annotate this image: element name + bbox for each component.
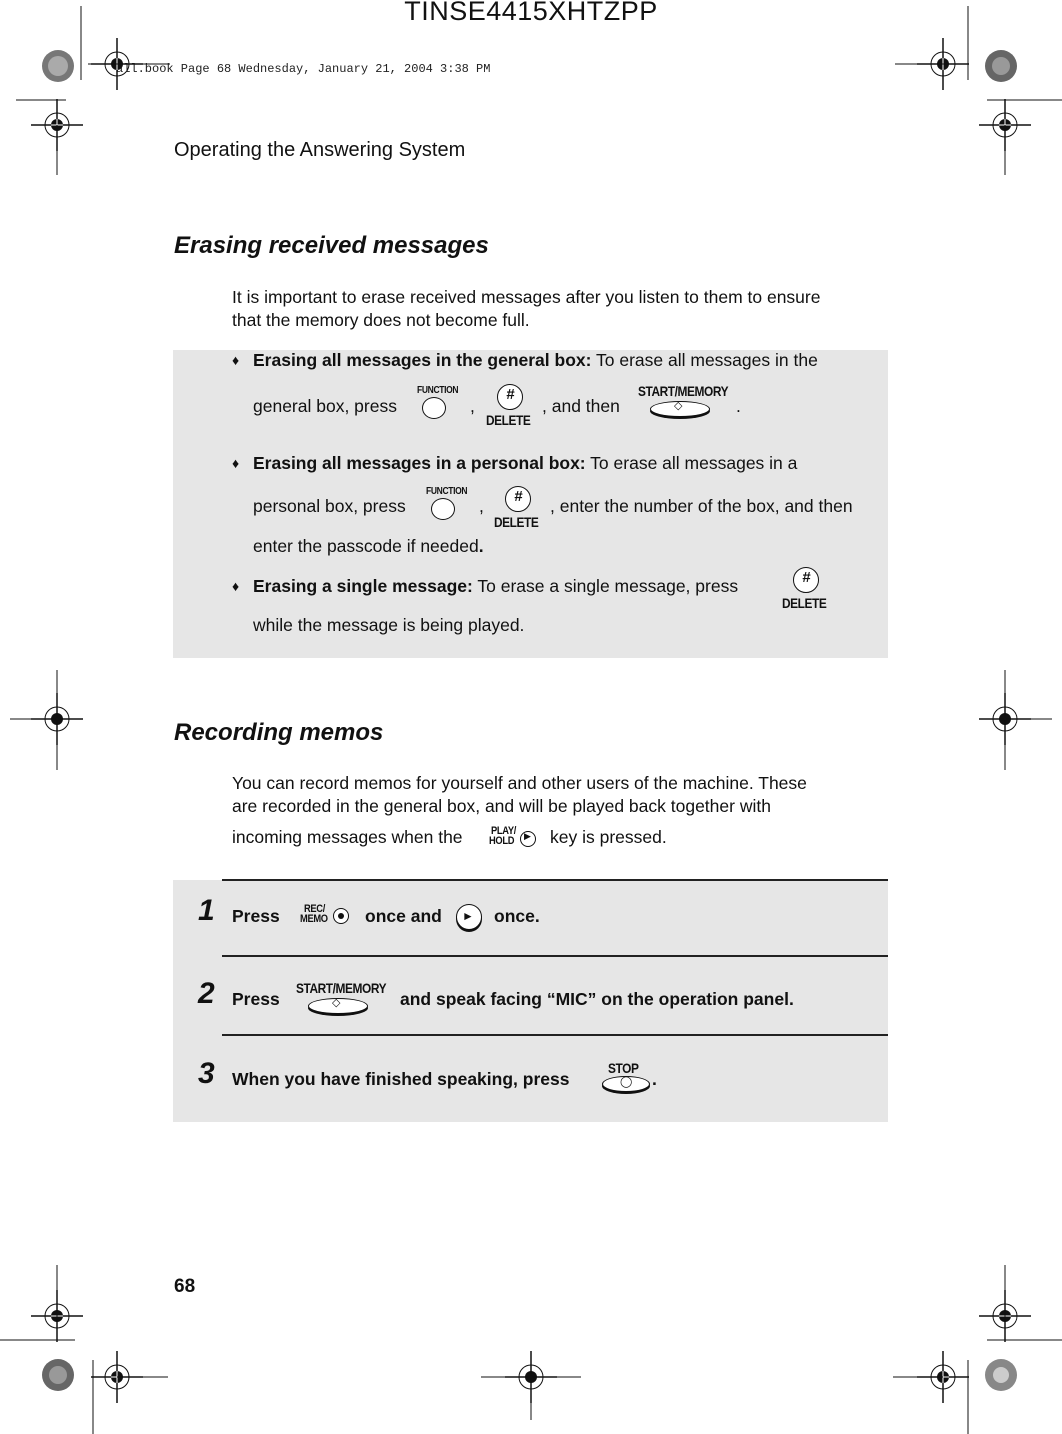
recording-intro: You can record memos for yourself and ot…	[232, 772, 807, 818]
start-diamond-icon: ◇	[332, 997, 341, 1009]
step-text: Press	[232, 906, 280, 926]
recording-intro-line: key is pressed.	[550, 827, 667, 847]
diamond-bullet-icon: ♦	[232, 352, 240, 368]
bullet-heading: Erasing all messages in a personal box:	[253, 453, 586, 473]
stop-symbol-icon: ◯	[620, 1076, 633, 1088]
section-title-erasing: Erasing received messages	[174, 232, 489, 259]
bullet-heading: Erasing a single message:	[253, 576, 473, 596]
step-text: Press	[232, 989, 280, 1009]
bullet-text: , enter the number of the box, and then	[550, 496, 853, 516]
period: .	[652, 1069, 657, 1089]
function-button-icon	[422, 397, 446, 419]
bullet-text: while the message is being played.	[253, 615, 525, 635]
bullet-text: enter the passcode if needed	[253, 536, 479, 556]
bullet-text: To erase all messages in a	[585, 453, 798, 473]
bullet-text: personal box, press	[253, 496, 406, 516]
function-button-icon	[431, 498, 455, 520]
bullet-text: To erase a single message, press	[472, 576, 739, 596]
recording-intro-line: incoming messages when the	[232, 827, 463, 847]
diamond-bullet-icon: ♦	[232, 578, 240, 594]
step-divider	[222, 879, 888, 881]
recording-intro-line: You can record memos for yourself and ot…	[232, 773, 807, 793]
hash-icon: #	[506, 386, 515, 403]
step-number: 3	[198, 1057, 215, 1090]
separator: ,	[470, 396, 475, 416]
period: .	[736, 396, 741, 416]
bullet-heading: Erasing all messages in the general box:	[253, 350, 592, 370]
erasing-intro: It is important to erase received messag…	[232, 286, 820, 332]
separator: ,	[479, 496, 484, 516]
step-divider	[222, 1034, 888, 1036]
step-text: When you have finished speaking, press	[232, 1069, 570, 1089]
bullet-text: general box, press	[253, 396, 397, 416]
erasing-intro-line: that the memory does not become full.	[232, 310, 530, 330]
running-head: Operating the Answering System	[174, 139, 466, 161]
erasing-intro-line: It is important to erase received messag…	[232, 287, 821, 307]
bullet-text: To erase all messages in the	[591, 350, 818, 370]
recording-intro-line: are recorded in the general box, and wil…	[232, 796, 771, 816]
step-number: 1	[198, 894, 215, 927]
hash-icon: #	[802, 569, 811, 586]
step-text: once.	[494, 906, 540, 926]
section-title-recording: Recording memos	[174, 719, 384, 746]
hash-icon: #	[514, 488, 523, 505]
diamond-bullet-icon: ♦	[232, 455, 240, 471]
step-number: 2	[198, 977, 215, 1010]
step-text: once and	[365, 906, 442, 926]
registration-marks	[0, 6, 1062, 1434]
step-text: and speak facing “MIC” on the operation …	[400, 989, 794, 1009]
start-diamond-icon: ◇	[674, 400, 683, 412]
page-number: 68	[174, 1276, 196, 1297]
bullet-text: , and then	[542, 396, 620, 416]
step-divider	[222, 955, 888, 957]
